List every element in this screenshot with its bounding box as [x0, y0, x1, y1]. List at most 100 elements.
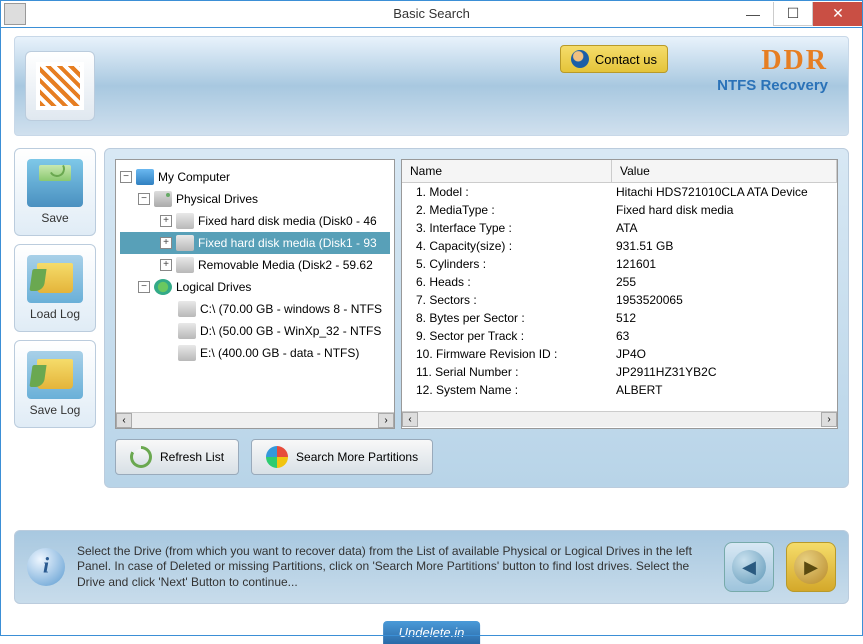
load-log-label: Load Log — [30, 307, 80, 321]
grid-cell-value: ATA — [612, 221, 837, 235]
grid-cell-name: 8. Bytes per Sector : — [402, 311, 612, 325]
partitions-icon — [266, 446, 288, 468]
grid-cell-value: 931.51 GB — [612, 239, 837, 253]
tree-d[interactable]: D:\ (50.00 GB - WinXp_32 - NTFS — [200, 324, 381, 338]
volume-icon — [178, 345, 196, 361]
main-panel: −My Computer −Physical Drives +Fixed har… — [104, 148, 849, 488]
refresh-list-button[interactable]: Refresh List — [115, 439, 239, 475]
grid-cell-name: 12. System Name : — [402, 383, 612, 397]
save-log-icon — [27, 351, 83, 399]
app-icon — [4, 3, 26, 25]
grid-cell-value: 63 — [612, 329, 837, 343]
window-title: Basic Search — [393, 6, 470, 21]
search-more-label: Search More Partitions — [296, 450, 418, 464]
grid-cell-name: 3. Interface Type : — [402, 221, 612, 235]
expand-icon[interactable]: + — [160, 215, 172, 227]
disk-icon — [176, 235, 194, 251]
grid-row[interactable]: 6. Heads :255 — [402, 273, 837, 291]
grid-cell-value: Fixed hard disk media — [612, 203, 837, 217]
tree-physical[interactable]: Physical Drives — [176, 192, 258, 206]
tree-root[interactable]: My Computer — [158, 170, 230, 184]
refresh-label: Refresh List — [160, 450, 224, 464]
contact-us-button[interactable]: Contact us — [560, 45, 668, 73]
grid-cell-value: ALBERT — [612, 383, 837, 397]
contact-label: Contact us — [595, 52, 657, 67]
brand-logo-text: DDR — [717, 45, 828, 77]
footer-text: Select the Drive (from which you want to… — [77, 544, 712, 591]
back-button[interactable]: ◀ — [724, 542, 774, 592]
save-icon — [27, 159, 83, 207]
grid-row[interactable]: 11. Serial Number :JP2911HZ31YB2C — [402, 363, 837, 381]
col-value[interactable]: Value — [612, 160, 837, 182]
info-icon — [27, 548, 65, 586]
grid-row[interactable]: 7. Sectors :1953520065 — [402, 291, 837, 309]
contact-icon — [571, 50, 589, 68]
disk-icon — [176, 257, 194, 273]
brand-subtitle: NTFS Recovery — [717, 77, 828, 94]
grid-cell-value: 255 — [612, 275, 837, 289]
grid-cell-name: 11. Serial Number : — [402, 365, 612, 379]
minimize-button[interactable]: — — [733, 2, 773, 26]
properties-grid: Name Value 1. Model :Hitachi HDS721010CL… — [401, 159, 838, 429]
collapse-icon[interactable]: − — [138, 281, 150, 293]
volume-icon — [178, 323, 196, 339]
save-log-label: Save Log — [30, 403, 81, 417]
tree-logical[interactable]: Logical Drives — [176, 280, 251, 294]
computer-icon — [136, 169, 154, 185]
drive-tree[interactable]: −My Computer −Physical Drives +Fixed har… — [115, 159, 395, 429]
drives-icon — [154, 191, 172, 207]
tree-c[interactable]: C:\ (70.00 GB - windows 8 - NTFS — [200, 302, 382, 316]
tree-e[interactable]: E:\ (400.00 GB - data - NTFS) — [200, 346, 359, 360]
grid-row[interactable]: 10. Firmware Revision ID :JP4O — [402, 345, 837, 363]
save-label: Save — [41, 211, 68, 225]
save-button[interactable]: Save — [14, 148, 96, 236]
load-log-icon — [27, 255, 83, 303]
disk-icon — [176, 213, 194, 229]
grid-row[interactable]: 2. MediaType :Fixed hard disk media — [402, 201, 837, 219]
refresh-icon — [130, 446, 152, 468]
next-button[interactable]: ▶ — [786, 542, 836, 592]
grid-row[interactable]: 9. Sector per Track :63 — [402, 327, 837, 345]
grid-cell-name: 5. Cylinders : — [402, 257, 612, 271]
tree-scrollbar-h[interactable]: ‹› — [116, 412, 394, 428]
tree-disk2[interactable]: Removable Media (Disk2 - 59.62 — [198, 258, 373, 272]
volume-icon — [178, 301, 196, 317]
collapse-icon[interactable]: − — [138, 193, 150, 205]
app-logo — [25, 51, 95, 121]
brand-block: DDR NTFS Recovery — [717, 45, 828, 94]
footer-bar: Select the Drive (from which you want to… — [14, 530, 849, 604]
grid-cell-name: 7. Sectors : — [402, 293, 612, 307]
grid-cell-value: Hitachi HDS721010CLA ATA Device — [612, 185, 837, 199]
grid-row[interactable]: 8. Bytes per Sector :512 — [402, 309, 837, 327]
grid-cell-value: JP2911HZ31YB2C — [612, 365, 837, 379]
logical-icon — [154, 279, 172, 295]
grid-cell-name: 6. Heads : — [402, 275, 612, 289]
grid-cell-name: 10. Firmware Revision ID : — [402, 347, 612, 361]
col-name[interactable]: Name — [402, 160, 612, 182]
save-log-button[interactable]: Save Log — [14, 340, 96, 428]
maximize-button[interactable]: ☐ — [773, 2, 813, 26]
close-button[interactable]: ✕ — [813, 2, 863, 26]
grid-row[interactable]: 12. System Name :ALBERT — [402, 381, 837, 399]
collapse-icon[interactable]: − — [120, 171, 132, 183]
grid-row[interactable]: 4. Capacity(size) :931.51 GB — [402, 237, 837, 255]
grid-cell-value: 512 — [612, 311, 837, 325]
expand-icon[interactable]: + — [160, 237, 172, 249]
tree-disk1-selected[interactable]: Fixed hard disk media (Disk1 - 93 — [198, 236, 377, 250]
grid-scrollbar-h[interactable]: ‹› — [402, 411, 837, 427]
grid-cell-name: 2. MediaType : — [402, 203, 612, 217]
tree-disk0[interactable]: Fixed hard disk media (Disk0 - 46 — [198, 214, 377, 228]
grid-cell-value: 121601 — [612, 257, 837, 271]
grid-row[interactable]: 3. Interface Type :ATA — [402, 219, 837, 237]
grid-cell-name: 1. Model : — [402, 185, 612, 199]
search-more-partitions-button[interactable]: Search More Partitions — [251, 439, 433, 475]
grid-cell-value: JP4O — [612, 347, 837, 361]
grid-row[interactable]: 1. Model :Hitachi HDS721010CLA ATA Devic… — [402, 183, 837, 201]
arrow-right-icon: ▶ — [794, 550, 828, 584]
load-log-button[interactable]: Load Log — [14, 244, 96, 332]
header-banner: Contact us DDR NTFS Recovery — [14, 36, 849, 136]
watermark: Undelete.in — [383, 621, 481, 644]
expand-icon[interactable]: + — [160, 259, 172, 271]
grid-row[interactable]: 5. Cylinders :121601 — [402, 255, 837, 273]
grid-cell-name: 4. Capacity(size) : — [402, 239, 612, 253]
